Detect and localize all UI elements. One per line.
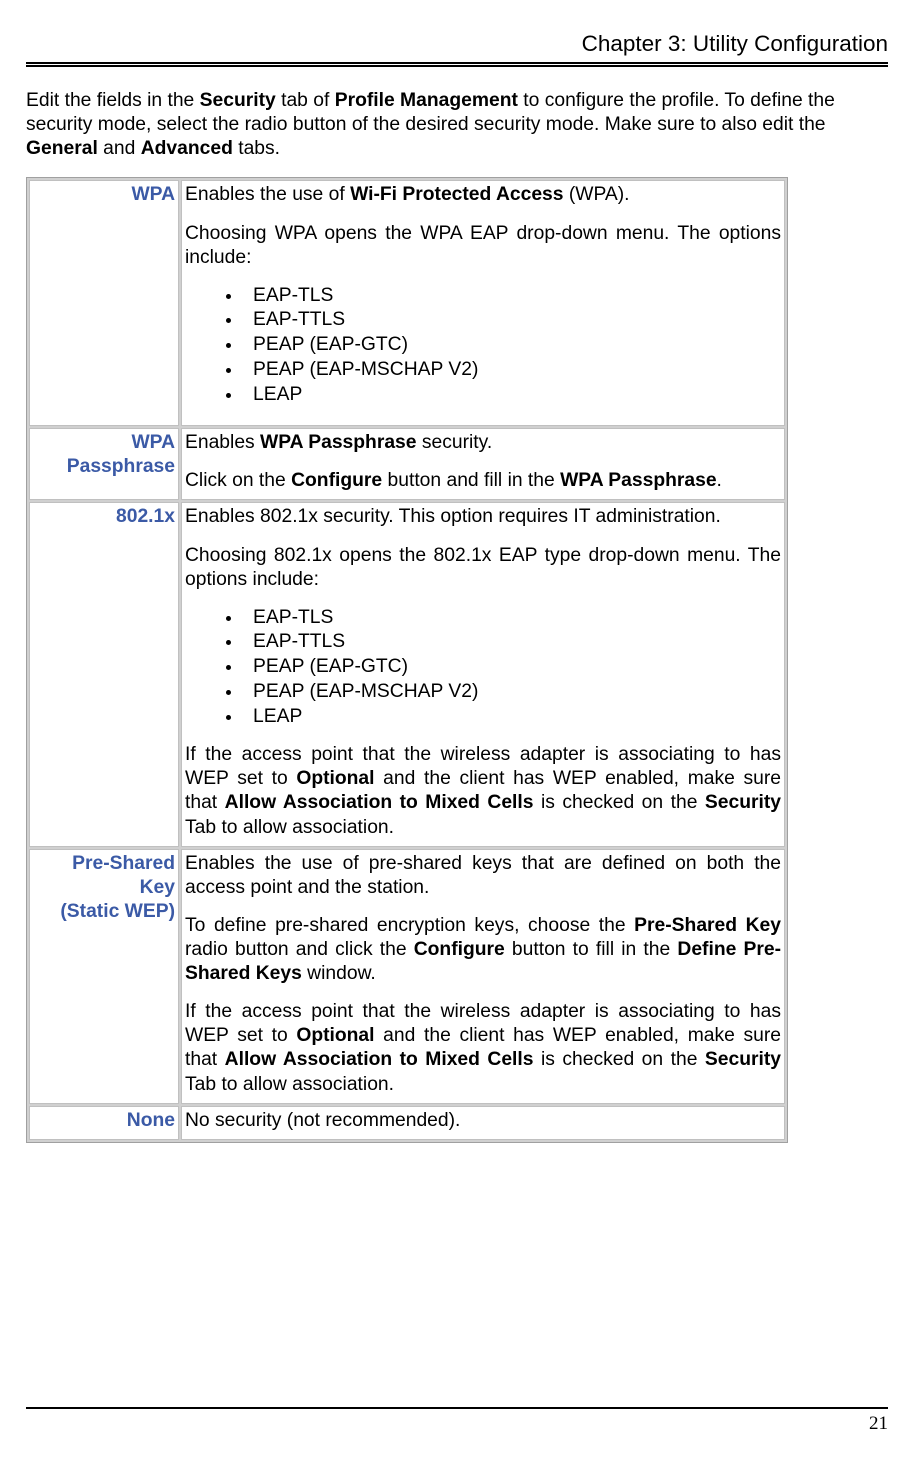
text: is checked on the — [534, 1049, 705, 1070]
list-item: PEAP (EAP-GTC) — [243, 333, 781, 358]
label-line: Pre-Shared Key — [72, 853, 175, 898]
label-line: WPA — [131, 432, 175, 453]
bold: Allow Association to Mixed Cells — [225, 792, 534, 813]
list-item: EAP-TLS — [243, 284, 781, 309]
bold: WPA Passphrase — [260, 432, 416, 453]
text: radio button and click the — [185, 939, 414, 960]
text: button to fill in the — [505, 939, 678, 960]
table-row: 802.1x Enables 802.1x security. This opt… — [29, 502, 785, 846]
table-row: WPA Passphrase Enables WPA Passphrase se… — [29, 428, 785, 500]
list-item: PEAP (EAP-MSCHAP V2) — [243, 680, 781, 705]
text: window. — [302, 963, 376, 984]
text: Enables 802.1x security. This option req… — [185, 505, 781, 529]
list-item: PEAP (EAP-GTC) — [243, 655, 781, 680]
intro-bold-advanced: Advanced — [141, 138, 233, 159]
list-item: LEAP — [243, 383, 781, 408]
list-item: PEAP (EAP-MSCHAP V2) — [243, 358, 781, 383]
label-line: Passphrase — [67, 456, 175, 477]
text: . — [717, 470, 722, 491]
intro-text: Edit the fields in the — [26, 90, 200, 111]
list-item: EAP-TTLS — [243, 630, 781, 655]
intro-bold-general: General — [26, 138, 98, 159]
wpa-text: (WPA). — [564, 184, 630, 205]
text: Tab to allow association. — [185, 817, 394, 838]
text: Enables the use of pre-shared keys that … — [185, 852, 781, 900]
table-row: None No security (not recommended). — [29, 1106, 785, 1140]
row-label-wpa-passphrase: WPA Passphrase — [29, 428, 179, 500]
page-number: 21 — [26, 1412, 888, 1436]
list-item: LEAP — [243, 705, 781, 730]
row-label-wpa: WPA — [29, 180, 179, 426]
bold: Configure — [291, 470, 382, 491]
text: security. — [417, 432, 493, 453]
bold: Security — [705, 1049, 781, 1070]
text: Enables — [185, 432, 260, 453]
text: Click on the — [185, 470, 291, 491]
row-desc-preshared-key: Enables the use of pre-shared keys that … — [181, 849, 785, 1104]
row-label-8021x: 802.1x — [29, 502, 179, 846]
row-desc-none: No security (not recommended). — [181, 1106, 785, 1140]
text: To define pre-shared encryption keys, ch… — [185, 915, 634, 936]
wpa-bold: Wi-Fi Protected Access — [350, 184, 563, 205]
table-row: WPA Enables the use of Wi-Fi Protected A… — [29, 180, 785, 426]
intro-text: tabs. — [233, 138, 280, 159]
wpa-p2: Choosing WPA opens the WPA EAP drop-down… — [185, 222, 781, 270]
bold: Pre-Shared Key — [634, 915, 781, 936]
intro-bold-security: Security — [200, 90, 276, 111]
dot1x-options-list: EAP-TLS EAP-TTLS PEAP (EAP-GTC) PEAP (EA… — [185, 606, 781, 729]
footer-rule — [26, 1407, 888, 1409]
label-line: (Static WEP) — [60, 901, 175, 922]
bold: Security — [705, 792, 781, 813]
bold: Optional — [296, 1025, 374, 1046]
wpa-options-list: EAP-TLS EAP-TTLS PEAP (EAP-GTC) PEAP (EA… — [185, 284, 781, 407]
security-modes-table: WPA Enables the use of Wi-Fi Protected A… — [26, 177, 788, 1142]
list-item: EAP-TTLS — [243, 308, 781, 333]
text: Choosing 802.1x opens the 802.1x EAP typ… — [185, 544, 781, 592]
page-footer: 21 — [26, 1407, 888, 1436]
bold: WPA Passphrase — [560, 470, 716, 491]
intro-paragraph: Edit the fields in the Security tab of P… — [26, 89, 888, 161]
table-row: Pre-Shared Key (Static WEP) Enables the … — [29, 849, 785, 1104]
list-item: EAP-TLS — [243, 606, 781, 631]
bold: Optional — [296, 768, 374, 789]
bold: Allow Association to Mixed Cells — [225, 1049, 534, 1070]
bold: Configure — [414, 939, 505, 960]
row-desc-wpa-passphrase: Enables WPA Passphrase security. Click o… — [181, 428, 785, 500]
text: button and fill in the — [382, 470, 560, 491]
text: is checked on the — [534, 792, 705, 813]
text: No security (not recommended). — [185, 1109, 781, 1133]
row-desc-8021x: Enables 802.1x security. This option req… — [181, 502, 785, 846]
chapter-header: Chapter 3: Utility Configuration — [26, 30, 888, 67]
row-label-none: None — [29, 1106, 179, 1140]
intro-text: tab of — [276, 90, 335, 111]
row-desc-wpa: Enables the use of Wi-Fi Protected Acces… — [181, 180, 785, 426]
wpa-text: Enables the use of — [185, 184, 350, 205]
row-label-preshared-key: Pre-Shared Key (Static WEP) — [29, 849, 179, 1104]
intro-text: and — [98, 138, 141, 159]
text: Tab to allow association. — [185, 1074, 394, 1095]
intro-bold-profile-management: Profile Management — [335, 90, 518, 111]
